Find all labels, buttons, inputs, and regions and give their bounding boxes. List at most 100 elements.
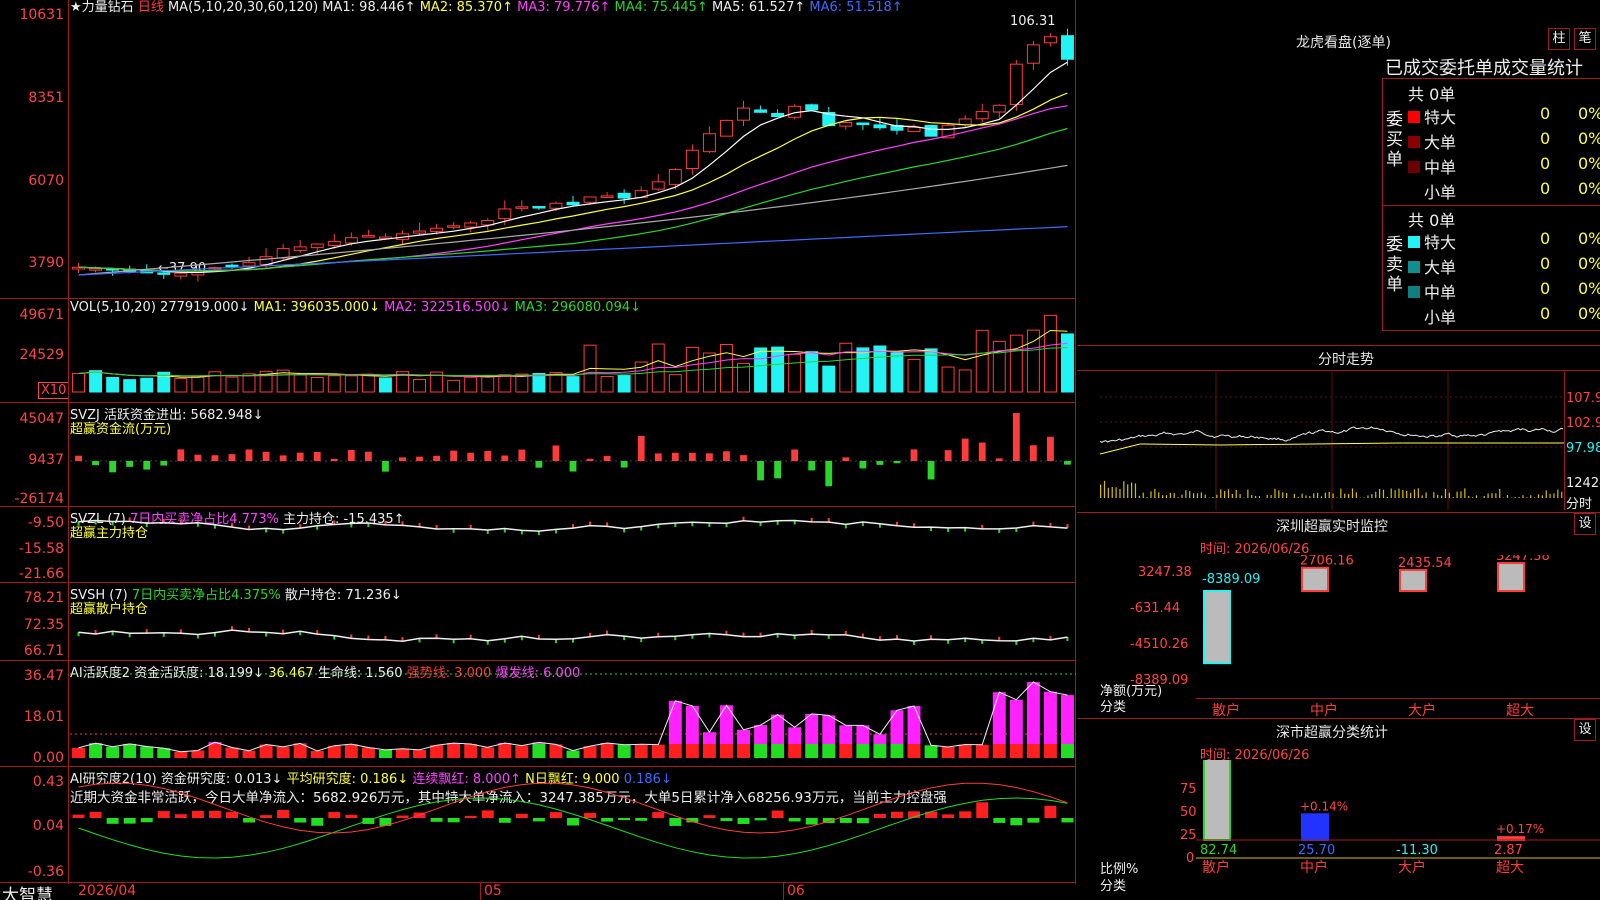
flow-bar [688,452,696,461]
sz-monitor-settings-button[interactable]: 设 [1574,513,1596,535]
svzl-tick: -15.58 [18,541,64,557]
volume-tick [1514,497,1516,498]
month-divider [783,882,784,900]
activity-bar [1009,699,1023,744]
flow-bar [757,461,764,481]
volume-tick [1146,497,1148,498]
category-label: 超大 [1496,860,1524,876]
volume-tick [1235,489,1237,498]
sz-stats-chart[interactable]: -0.45%82.74散户+0.14%25.70中户-11.30大户+0.17%… [1196,760,1600,900]
candle [685,149,699,170]
panel-divider [0,766,1076,767]
flow-bar [501,455,509,461]
ratio-value: 25.70 [1298,843,1335,858]
svzj-chart[interactable] [70,404,1076,504]
candle [737,107,750,121]
volume-tick [1224,490,1226,498]
svsh-tick: 66.71 [23,643,64,659]
flow-bar [654,453,662,461]
candle [447,225,461,228]
price-chart[interactable] [70,18,1076,298]
flow-bar [1029,445,1037,461]
order-type: 特大 [1424,233,1457,252]
flow-bar [75,455,82,461]
flow-bar [450,450,458,461]
net-amount-label: 2435.54 [1398,556,1452,571]
activity-base-bar [958,744,972,758]
stock-name[interactable]: 力量钻石 [82,0,134,15]
candle [668,169,682,185]
volume-bar [992,340,1006,393]
volume-tick [1448,492,1450,498]
flow-bar [910,449,918,461]
volume-tick [1123,481,1125,498]
ai-active-chart[interactable] [70,662,1076,766]
volume-bar [378,377,392,393]
volume-bar [975,329,989,393]
favorite-star-icon[interactable]: ★ [70,0,82,15]
activity-bar [737,729,750,744]
volume-tick [1367,495,1369,498]
volume-tick [1173,492,1175,498]
flow-bar [825,461,833,487]
column-view-button[interactable]: 柱 [1548,28,1570,50]
brand-logo[interactable]: 大智慧 [2,881,53,900]
volume-bar [634,361,648,393]
activity-base-bar [600,744,614,758]
activity-bar [1026,682,1040,744]
research-bar [703,815,716,818]
flow-bar [603,455,611,461]
activity-base-bar [208,744,222,758]
volume-tick [1193,493,1195,498]
activity-base-bar [242,750,256,758]
month-06: 06 [787,883,805,899]
flow-bar [177,449,185,461]
intraday-tick: 102.9 [1566,416,1600,431]
activity-base-bar [89,744,103,758]
research-bar [106,818,119,824]
volume-bar [600,376,614,393]
candle [549,202,563,209]
volume-tick [1227,489,1230,498]
sz-monitor-tick: -631.44 [1130,601,1181,616]
order-type: 中单 [1424,283,1457,302]
svzl-chart[interactable] [70,508,1076,582]
order-count: 0 [1540,129,1551,148]
volume-bar [361,373,375,393]
volume-tick [1297,496,1299,498]
period-label[interactable]: 日线 [138,0,164,15]
pen-view-button[interactable]: 笔 [1574,28,1596,50]
ai-research-chart[interactable] [70,768,1076,882]
research-bar [669,818,682,826]
volume-bar [754,347,768,393]
order-pct: 0% [1578,154,1600,173]
research-bar [174,814,187,818]
color-swatch-icon [1408,111,1420,123]
sz-stats-tick: 50 [1180,805,1197,820]
order-pct: 0% [1578,254,1600,273]
candle [515,206,529,209]
price-tick: 3790 [28,255,64,271]
volume-tick [1421,495,1423,498]
volume-bar [72,373,85,393]
svsh-chart[interactable] [70,584,1076,660]
order-pct: 0% [1578,279,1600,298]
intraday-chart[interactable] [1100,372,1565,510]
volume-tick [1413,489,1416,498]
sz-stats-settings-button[interactable]: 设 [1574,719,1596,741]
volume-bar [1009,334,1023,393]
order-row: 大单 0 0% [1408,129,1600,153]
flow-bar [535,461,543,468]
volume-tick [1189,491,1191,498]
order-type: 小单 [1424,183,1457,202]
flow-bar [382,461,389,472]
candle [413,230,427,234]
order-type: 大单 [1424,133,1457,152]
volume-tick [1258,496,1261,498]
month-05: 05 [484,883,502,899]
volume-chart[interactable] [70,300,1076,400]
activity-base-bar [719,744,733,758]
sz-monitor-chart[interactable]: -8389.09 2706.16 2435.54 3247.38 [1196,555,1600,715]
divider [1382,330,1600,331]
candle [327,241,341,246]
